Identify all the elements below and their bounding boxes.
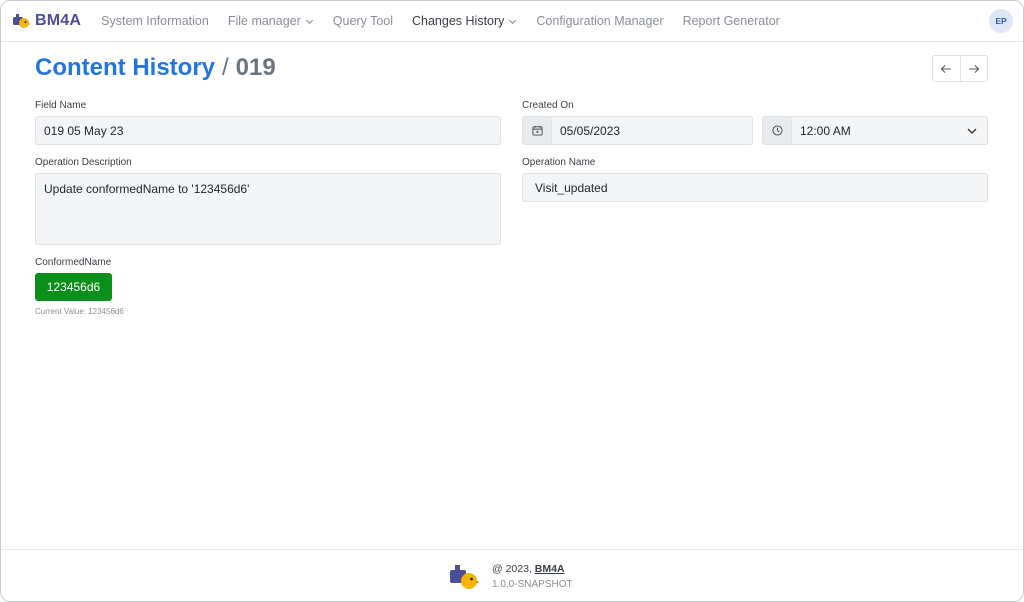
main-menu: System Information File manager Query To… (101, 1, 799, 42)
bm4a-logo-icon (13, 14, 31, 28)
app-window: BM4A System Information File manager Que… (0, 0, 1024, 602)
created-time-value: 12:00 AM (800, 123, 851, 138)
created-time-select[interactable]: 12:00 AM (791, 116, 988, 145)
arrow-left-icon (940, 64, 952, 73)
nav-item-label: Configuration Manager (536, 14, 664, 28)
nav-file-manager[interactable]: File manager (228, 14, 314, 28)
nav-item-label: Report Generator (682, 14, 780, 28)
brand[interactable]: BM4A (11, 1, 81, 42)
chevron-down-icon (967, 128, 977, 134)
operation-name-label: Operation Name (522, 157, 596, 168)
user-avatar[interactable]: EP (989, 9, 1013, 33)
brand-name: BM4A (35, 12, 82, 29)
created-on-label: Created On (522, 100, 574, 111)
arrow-right-icon (968, 64, 980, 73)
top-navbar: BM4A System Information File manager Que… (1, 1, 1023, 42)
chevron-down-icon (509, 19, 517, 24)
calendar-icon (531, 125, 543, 136)
copyright-prefix: @ 2023, (492, 563, 532, 575)
nav-report-generator[interactable]: Report Generator (683, 14, 780, 28)
app-version: 1.0.0-SNAPSHOT (492, 579, 573, 590)
record-id: 019 (235, 54, 276, 81)
nav-configuration-manager[interactable]: Configuration Manager (536, 14, 663, 28)
current-value-hint: Current Value: 123456d6 (35, 307, 124, 316)
nav-item-label: Changes History (412, 14, 505, 28)
calendar-addon[interactable] (522, 116, 552, 145)
page-footer: @ 2023, BM4A 1.0.0-SNAPSHOT (1, 549, 1023, 601)
footer-brand-link[interactable]: BM4A (535, 563, 565, 575)
next-record-button[interactable] (959, 56, 988, 81)
nav-system-information[interactable]: System Information (101, 14, 209, 28)
page-title: Content History / 019 (35, 54, 276, 82)
footer-copyright: @ 2023, BM4A (492, 563, 565, 575)
nav-item-label: System Information (101, 14, 209, 28)
record-navigation (932, 55, 988, 82)
clock-icon (771, 125, 783, 136)
clock-addon[interactable] (762, 116, 792, 145)
operation-description-textarea[interactable]: Update conformedName to '123456d6' (35, 173, 501, 245)
page-title-text: Content History (35, 54, 215, 81)
operation-description-label: Operation Description (35, 157, 132, 168)
nav-changes-history[interactable]: Changes History (412, 14, 517, 28)
conformed-name-label: ConformedName (35, 257, 112, 268)
field-name-label: Field Name (35, 100, 87, 111)
nav-item-label: File manager (227, 14, 301, 28)
title-separator: / (222, 54, 229, 81)
previous-record-button[interactable] (933, 56, 960, 81)
field-name-input[interactable]: 019 05 May 23 (35, 116, 501, 145)
bm4a-logo-icon (450, 565, 480, 589)
chevron-down-icon (305, 19, 313, 24)
operation-name-input[interactable]: Visit_updated (522, 173, 988, 202)
conformed-name-value-button[interactable]: 123456d6 (35, 273, 112, 301)
nav-item-label: Query Tool (332, 14, 393, 28)
nav-query-tool[interactable]: Query Tool (333, 14, 393, 28)
created-date-input[interactable]: 05/05/2023 (551, 116, 753, 145)
